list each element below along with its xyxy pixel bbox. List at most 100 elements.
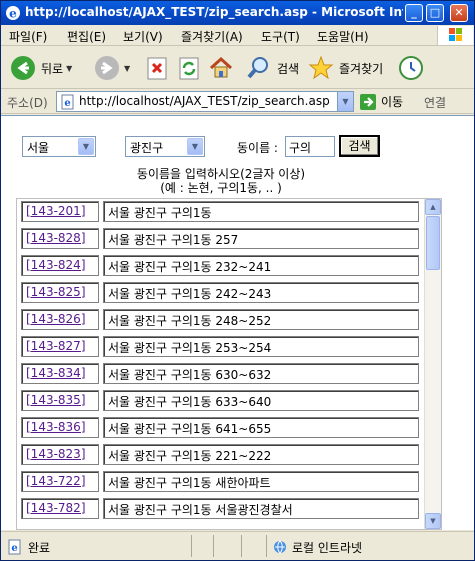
address-input[interactable]: e http://localhost/AJAX_TEST/zip_search.… xyxy=(56,91,354,112)
maximize-button[interactable]: □ xyxy=(426,4,444,22)
address-dropdown-icon[interactable]: ▼ xyxy=(337,92,353,111)
svg-text:e: e xyxy=(9,7,17,21)
district-select[interactable]: 광진구 ▼ xyxy=(125,136,205,157)
links-label[interactable]: 연결 xyxy=(424,94,446,111)
status-divider xyxy=(266,535,267,557)
address-cell: 서울 광진구 구의1동 630~632 xyxy=(103,363,419,384)
search-submit-button[interactable]: 검색 xyxy=(339,135,380,157)
result-row: [143-722] 서울 광진구 구의1동 새한아파트 xyxy=(17,469,427,494)
status-divider xyxy=(213,535,214,557)
dong-name-input[interactable]: 구의 xyxy=(285,136,335,157)
home-icon xyxy=(209,56,233,78)
zip-code-link[interactable]: [143-835] xyxy=(26,393,86,407)
ie-logo-icon: e xyxy=(6,6,20,21)
menu-edit[interactable]: 편집(E) xyxy=(67,28,106,45)
zip-code-cell: [143-823] xyxy=(21,444,99,465)
forward-arrow-icon xyxy=(95,56,119,80)
minimize-button[interactable]: _ xyxy=(405,4,423,22)
address-cell: 서울 광진구 구의1동 새한아파트 xyxy=(103,471,419,492)
windows-logo xyxy=(437,26,473,45)
forward-dropdown-icon[interactable]: ▼ xyxy=(124,64,130,73)
toolbar: 뒤로 ▼ ▼ 검색 즐겨찾기 xyxy=(1,47,474,89)
home-button[interactable] xyxy=(207,53,235,83)
zip-code-link[interactable]: [143-201] xyxy=(26,204,86,218)
result-row: [143-201] 서울 광진구 구의1동 xyxy=(17,199,427,224)
back-label: 뒤로 xyxy=(41,61,64,76)
scroll-thumb[interactable] xyxy=(426,216,440,270)
zip-code-cell: [143-825] xyxy=(21,282,99,303)
status-text: 완료 xyxy=(28,541,51,555)
zip-code-link[interactable]: [143-834] xyxy=(26,366,86,380)
search-label: 검색 xyxy=(277,61,300,76)
zip-code-cell: [143-782] xyxy=(21,498,99,519)
scroll-down-icon[interactable]: ▼ xyxy=(425,513,441,529)
menu-favorites[interactable]: 즐겨찾기(A) xyxy=(181,28,243,45)
chevron-down-icon[interactable]: ▼ xyxy=(78,138,94,155)
go-arrow-icon xyxy=(360,93,376,110)
menu-help[interactable]: 도움말(H) xyxy=(317,28,369,45)
result-row: [143-828] 서울 광진구 구의1동 257 xyxy=(17,226,427,251)
address-cell: 서울 광진구 구의1동 242~243 xyxy=(103,282,419,303)
status-divider xyxy=(191,535,192,557)
menu-file[interactable]: 파일(F) xyxy=(9,28,47,45)
menu-tools[interactable]: 도구(T) xyxy=(261,28,300,45)
forward-button[interactable]: ▼ xyxy=(93,53,130,83)
address-cell: 서울 광진구 구의1동 서울광진경찰서 xyxy=(103,498,419,519)
menu-view[interactable]: 보기(V) xyxy=(123,28,163,45)
close-button[interactable]: ✕ xyxy=(450,4,468,22)
result-row: [143-835] 서울 광진구 구의1동 633~640 xyxy=(17,388,427,413)
zip-code-link[interactable]: [143-823] xyxy=(26,447,86,461)
zip-code-link[interactable]: [143-827] xyxy=(26,339,86,353)
zip-code-link[interactable]: [143-836] xyxy=(26,420,86,434)
address-url: http://localhost/AJAX_TEST/zip_search.as… xyxy=(79,94,330,108)
scroll-up-icon[interactable]: ▲ xyxy=(425,199,441,215)
address-cell: 서울 광진구 구의1동 xyxy=(103,201,419,222)
zip-code-cell: [143-826] xyxy=(21,309,99,330)
svg-text:e: e xyxy=(11,543,17,554)
chevron-down-icon[interactable]: ▼ xyxy=(187,138,203,155)
zip-code-link[interactable]: [143-825] xyxy=(26,285,86,299)
zip-code-cell: [143-201] xyxy=(21,201,99,222)
status-divider xyxy=(241,535,242,557)
page-done-icon: e xyxy=(8,539,21,555)
result-row: [143-782] 서울 광진구 구의1동 서울광진경찰서 xyxy=(17,496,427,521)
dong-label: 동이름 : xyxy=(237,141,278,155)
result-row: [143-824] 서울 광진구 구의1동 232~241 xyxy=(17,253,427,278)
result-list[interactable]: [143-201] 서울 광진구 구의1동 [143-828] 서울 광진구 구… xyxy=(16,198,442,530)
title-bar[interactable]: e http://localhost/AJAX_TEST/zip_search.… xyxy=(1,1,474,25)
address-bar: 주소(D) e http://localhost/AJAX_TEST/zip_s… xyxy=(1,89,474,114)
vertical-scrollbar[interactable]: ▲ ▼ xyxy=(424,199,441,529)
back-button[interactable]: 뒤로 ▼ xyxy=(9,53,72,83)
zip-code-link[interactable]: [143-826] xyxy=(26,312,86,326)
windows-flag-icon xyxy=(449,28,462,41)
go-button[interactable]: 이동 xyxy=(359,91,403,112)
star-icon xyxy=(308,55,334,80)
menu-bar: 파일(F) 편집(E) 보기(V) 즐겨찾기(A) 도구(T) 도움말(H) xyxy=(1,25,474,46)
address-cell: 서울 광진구 구의1동 232~241 xyxy=(103,255,419,276)
zip-code-link[interactable]: [143-782] xyxy=(26,501,86,515)
page-content: 서울 ▼ 광진구 ▼ 동이름 : 구의 검색 동이름을 입력하시오(2글자 이상… xyxy=(1,115,474,530)
zip-code-cell: [143-836] xyxy=(21,417,99,438)
address-label: 주소(D) xyxy=(7,96,48,110)
stop-button[interactable] xyxy=(143,53,171,83)
refresh-button[interactable] xyxy=(175,53,203,83)
page-icon: e xyxy=(61,94,74,110)
hint-example: (예 : 논현, 구의1동, .. ) xyxy=(160,181,282,195)
province-value: 서울 xyxy=(27,141,50,155)
district-value: 광진구 xyxy=(130,141,164,155)
zip-code-link[interactable]: [143-828] xyxy=(26,231,86,245)
security-zone: 로컬 인트라넷 xyxy=(292,541,363,555)
zip-code-link[interactable]: [143-722] xyxy=(26,474,86,488)
address-cell: 서울 광진구 구의1동 257 xyxy=(103,228,419,249)
back-dropdown-icon[interactable]: ▼ xyxy=(66,64,72,73)
history-button[interactable] xyxy=(397,53,425,83)
zip-code-cell: [143-834] xyxy=(21,363,99,384)
zip-code-cell: [143-824] xyxy=(21,255,99,276)
province-select[interactable]: 서울 ▼ xyxy=(22,136,96,157)
status-bar: e 완료 로컬 인트라넷 xyxy=(1,531,474,560)
search-button[interactable]: 검색 xyxy=(245,53,299,83)
zip-code-cell: [143-835] xyxy=(21,390,99,411)
result-row: [143-825] 서울 광진구 구의1동 242~243 xyxy=(17,280,427,305)
favorites-button[interactable]: 즐겨찾기 xyxy=(307,53,383,83)
zip-code-link[interactable]: [143-824] xyxy=(26,258,86,272)
